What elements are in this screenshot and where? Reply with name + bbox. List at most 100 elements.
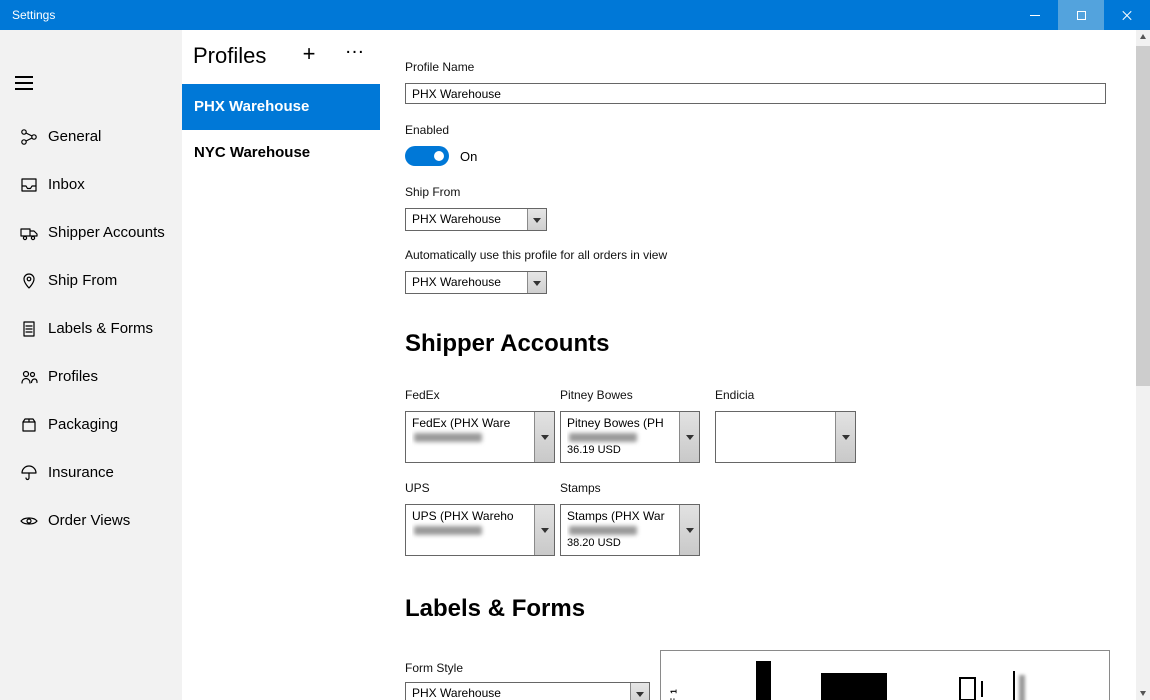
ups-select-content: UPS (PHX Wareho [412,509,531,553]
hamburger-menu-icon[interactable] [15,76,33,90]
truck-icon [19,223,39,243]
share-icon [19,127,39,147]
preview-block [821,673,887,700]
sidebar-item-label: Profiles [48,368,99,385]
window-controls [1012,0,1150,30]
endicia-label: Endicia [715,388,755,402]
maximize-button[interactable] [1058,0,1104,30]
ship-from-select[interactable]: PHX Warehouse [405,208,547,231]
close-icon [1121,9,1133,21]
sidebar-item-label: Insurance [48,464,114,481]
scroll-up-arrow-icon[interactable] [1136,30,1150,44]
profile-name-label: Profile Name [405,60,475,74]
scroll-down-arrow-icon[interactable] [1136,686,1150,700]
profile-item-phx[interactable]: PHX Warehouse [182,84,380,130]
scrollbar[interactable] [1136,30,1150,700]
redacted-text [414,433,482,442]
box-icon [19,415,39,435]
auto-profile-select[interactable]: PHX Warehouse [405,271,547,294]
redacted-text [569,433,637,442]
stamps-balance: 38.20 USD [567,537,621,549]
pitney-bowes-label: Pitney Bowes [560,388,633,402]
profile-list: PHX Warehouse NYC Warehouse [182,84,380,176]
stamps-select-content: Stamps (PHX War 38.20 USD [567,509,676,553]
stamps-select[interactable]: Stamps (PHX War 38.20 USD [560,504,700,556]
sidebar-item-packaging[interactable]: Packaging [0,401,182,449]
toggle-knob [434,151,444,161]
sidebar-items: General Inbox Shipper Accounts Ship From [0,113,182,545]
endicia-select[interactable] [715,411,856,463]
stamps-value: Stamps (PHX War [567,509,665,523]
sidebar-item-label: Order Views [48,512,131,529]
window-title: Settings [12,8,56,22]
pitney-bowes-balance: 36.19 USD [567,444,621,456]
pitney-bowes-select-content: Pitney Bowes (PH 36.19 USD [567,416,676,460]
sidebar-item-profiles[interactable]: Profiles [0,353,182,401]
form-style-value: PHX Warehouse [412,686,501,700]
ups-select[interactable]: UPS (PHX Wareho [405,504,555,556]
sidebar-item-label: Inbox [48,176,85,193]
preview-bar [756,661,771,700]
preview-blurred-text [1019,675,1025,700]
chevron-down-icon [679,412,699,462]
sidebar-item-label: Ship From [48,272,118,289]
close-button[interactable] [1104,0,1150,30]
ship-from-label: Ship From [405,185,461,199]
scrollbar-thumb[interactable] [1136,46,1150,386]
chevron-down-icon [534,412,554,462]
fedex-value: FedEx (PHX Ware [412,416,511,430]
people-icon [19,367,39,387]
chevron-down-icon [527,272,546,293]
fedex-select[interactable]: FedEx (PHX Ware [405,411,555,463]
umbrella-icon [19,463,39,483]
sidebar-item-label: Shipper Accounts [48,224,165,241]
main-content: Profile Name Enabled On Ship From PHX Wa… [380,30,1136,700]
fedex-select-content: FedEx (PHX Ware [412,416,531,460]
sidebar-item-labels-forms[interactable]: Labels & Forms [0,305,182,353]
toggle-state-label: On [460,149,478,164]
preview-line [1013,671,1015,700]
sidebar: General Inbox Shipper Accounts Ship From [0,30,182,700]
profiles-panel-title: Profiles [193,43,267,68]
form-style-select[interactable]: PHX Warehouse [405,682,650,700]
sidebar-item-insurance[interactable]: Insurance [0,449,182,497]
eye-icon [19,511,39,531]
enabled-toggle[interactable] [405,146,449,166]
label-preview: 1 OF 1 [660,650,1110,700]
preview-page-text: 1 OF 1 [670,688,679,700]
sidebar-item-ship-from[interactable]: Ship From [0,257,182,305]
sidebar-item-label: General [48,128,102,145]
location-pin-icon [19,271,39,291]
redacted-text [414,526,482,535]
minimize-button[interactable] [1012,0,1058,30]
sidebar-item-general[interactable]: General [0,113,182,161]
sidebar-item-shipper-accounts[interactable]: Shipper Accounts [0,209,182,257]
ups-label: UPS [405,481,430,495]
sidebar-item-label: Packaging [48,416,119,433]
sidebar-item-order-views[interactable]: Order Views [0,497,182,545]
chevron-down-icon [679,505,699,555]
ship-from-value: PHX Warehouse [412,212,501,226]
stamps-label: Stamps [560,481,601,495]
pitney-bowes-select[interactable]: Pitney Bowes (PH 36.19 USD [560,411,700,463]
sidebar-item-label: Labels & Forms [48,320,154,337]
inbox-icon [19,175,39,195]
labels-forms-heading: Labels & Forms [405,595,586,622]
auto-profile-value: PHX Warehouse [412,275,501,289]
form-style-label: Form Style [405,661,464,675]
shipper-accounts-heading: Shipper Accounts [405,330,610,357]
profile-name-input[interactable] [405,83,1106,104]
ups-value: UPS (PHX Wareho [412,509,514,523]
chevron-down-icon [630,683,649,700]
titlebar: Settings [0,0,1150,30]
fedex-label: FedEx [405,388,440,402]
chevron-down-icon [534,505,554,555]
more-options-button[interactable]: … [340,36,370,59]
preview-icon-box [959,677,976,700]
add-profile-button[interactable]: + [294,41,324,67]
sidebar-item-inbox[interactable]: Inbox [0,161,182,209]
maximize-icon [1076,10,1086,20]
profile-item-nyc[interactable]: NYC Warehouse [182,130,380,176]
chevron-down-icon [527,209,546,230]
redacted-text [569,526,637,535]
